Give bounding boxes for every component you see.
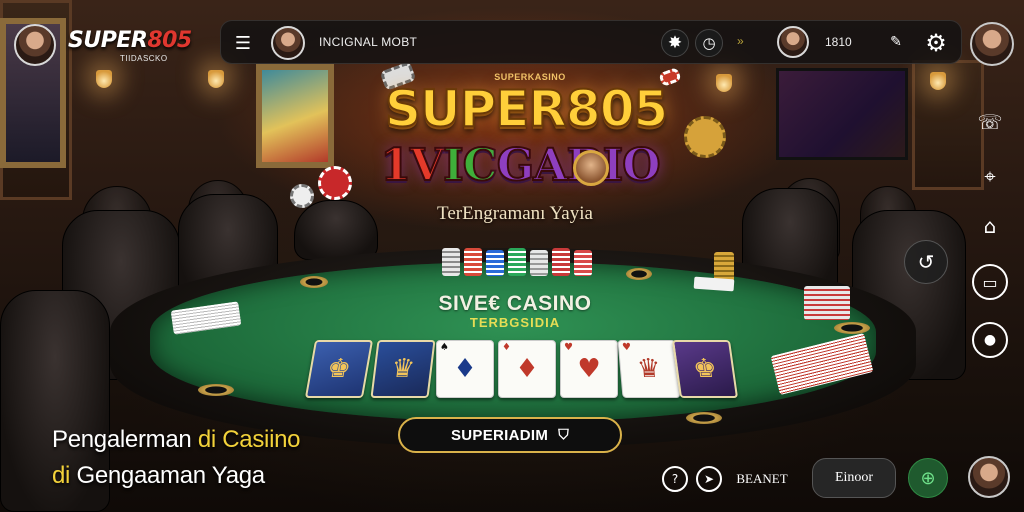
- chip-stack: [552, 248, 570, 276]
- cup-holder: [300, 276, 328, 288]
- location-pin-icon[interactable]: ⌖: [972, 158, 1008, 194]
- share-icon[interactable]: ➤: [696, 466, 722, 492]
- chip-stack: [574, 250, 592, 276]
- promo-line-2: di Gengaaman Yaga: [52, 462, 265, 490]
- wall-lamp: [208, 70, 224, 88]
- cup-holder: [834, 322, 870, 334]
- wall-tv-screen: [776, 68, 908, 160]
- chair: [294, 200, 378, 260]
- gear-burst-icon[interactable]: ✸: [661, 29, 689, 57]
- wall-lamp: [96, 70, 112, 88]
- promo-line-1: Pengalerman di Casiino: [52, 426, 301, 454]
- gear-icon[interactable]: ⚙: [921, 28, 951, 58]
- footer-avatar[interactable]: [968, 456, 1010, 498]
- wall-lamp: [930, 72, 946, 90]
- brand-logo: SUPER805: [68, 28, 192, 53]
- face-card: ♚: [671, 340, 739, 398]
- playing-card: ♥ ♛: [617, 340, 681, 398]
- refresh-hand-icon[interactable]: ↺: [904, 240, 948, 284]
- help-icon[interactable]: ?: [662, 466, 688, 492]
- brand-avatar[interactable]: [14, 24, 56, 66]
- hero-subtitle-part: G: [496, 139, 536, 192]
- playing-card: ♦ ♦: [498, 340, 556, 398]
- hamburger-icon[interactable]: ☰: [231, 31, 255, 55]
- small-arrow-icon: »: [737, 34, 744, 48]
- floating-chip: [290, 184, 314, 208]
- profile-avatar[interactable]: [970, 22, 1014, 66]
- painting-center-left: [256, 64, 334, 168]
- username-label: INCIGNAL MOBT: [319, 35, 418, 49]
- timer-icon[interactable]: ◷: [695, 29, 723, 57]
- cta-button[interactable]: SUPERIADIM ⛉: [398, 417, 622, 453]
- top-navigation-bar: ☰ INCIGNAL MOBT ✸ ◷ » 1810 ✎ ⚙: [220, 20, 962, 64]
- gamepad-icon[interactable]: ⊕: [908, 458, 948, 498]
- cup-holder: [198, 384, 234, 396]
- promo-text-highlight: di Casiino: [197, 426, 301, 453]
- pin-icon[interactable]: ●: [972, 322, 1008, 358]
- bottom-pill-button[interactable]: Einoor: [812, 458, 896, 498]
- hero-tagline: TerEngramanı Yayia: [437, 203, 593, 224]
- chip-stack: [508, 248, 526, 276]
- hero-subtitle-part: V: [409, 139, 445, 192]
- chip-stack: [486, 250, 504, 276]
- promo-text: Pengalerman: [52, 426, 198, 453]
- face-card: ♚: [304, 340, 374, 398]
- felt-title: SIVE€ CASINO: [438, 292, 592, 315]
- shield-icon: ⛉: [558, 427, 569, 443]
- promo-text: Gengaaman Yaga: [76, 462, 265, 489]
- chip-stack: [804, 286, 850, 320]
- bottom-label: BEANET: [736, 471, 788, 486]
- cta-label: SUPERIADIM: [451, 426, 549, 444]
- hero-mascot-face: [573, 150, 609, 186]
- player-avatar[interactable]: [777, 26, 809, 58]
- gift-icon[interactable]: ⌂: [972, 208, 1008, 244]
- promo-text-highlight: di: [52, 462, 77, 489]
- felt-subtitle: TERBGSIDIA: [469, 315, 561, 330]
- card-icon[interactable]: ▭: [972, 264, 1008, 300]
- chip-stack: [442, 248, 460, 276]
- cup-holder: [686, 412, 722, 424]
- playing-card: ♠ ♦: [436, 340, 494, 398]
- hero-subtitle: 1VICGABIO: [355, 139, 685, 192]
- chip-stack: [464, 248, 482, 276]
- face-card: ♛: [370, 340, 436, 398]
- brand-logo-text: SUPER: [68, 28, 148, 53]
- chip-stack: [530, 250, 548, 276]
- support-icon[interactable]: ☏: [972, 104, 1008, 140]
- balance-value: 1810: [825, 35, 852, 49]
- hero-logo: SUPER805: [384, 79, 669, 139]
- floating-chip: [318, 166, 352, 200]
- playing-card: ♥ ♥: [560, 340, 618, 398]
- brand-subtitle: TIIDASCKO: [120, 54, 168, 63]
- hero-subtitle-part: 1: [379, 139, 412, 192]
- pen-icon[interactable]: ✎: [885, 31, 907, 53]
- hero-subtitle-part: IC: [442, 139, 499, 192]
- floating-chip: [684, 116, 726, 158]
- wall-lamp: [716, 74, 732, 92]
- user-avatar[interactable]: [271, 26, 305, 60]
- cup-holder: [626, 268, 652, 280]
- brand-logo-number: 805: [147, 28, 192, 53]
